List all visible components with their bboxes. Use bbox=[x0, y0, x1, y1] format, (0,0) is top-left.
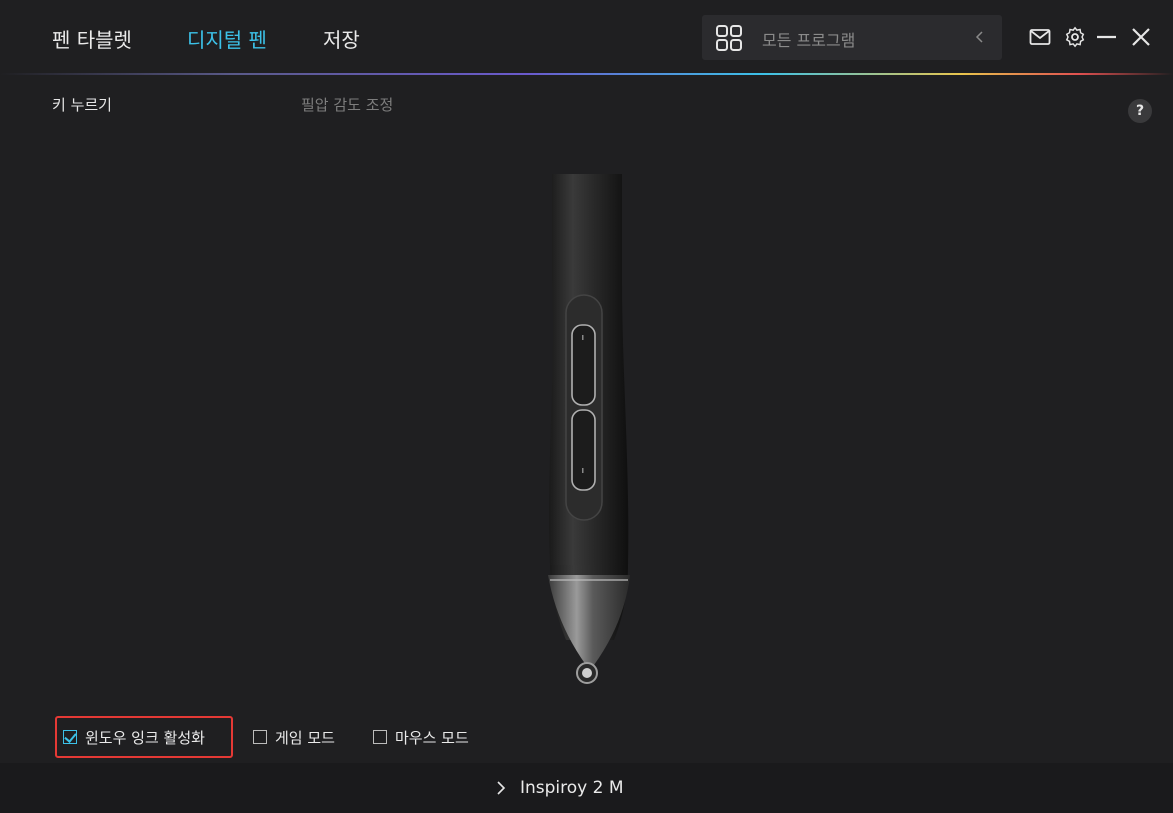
device-name: Inspiroy 2 M bbox=[520, 778, 624, 798]
program-label: 모든 프로그램 bbox=[762, 31, 856, 50]
subtab-pressure-sensitivity[interactable]: 필압 감도 조정 bbox=[301, 94, 393, 115]
mail-icon[interactable] bbox=[1029, 26, 1051, 48]
grid-icon bbox=[716, 25, 742, 51]
tab-save[interactable]: 저장 bbox=[323, 24, 360, 53]
checkbox-windows-ink[interactable] bbox=[63, 730, 77, 744]
tab-digital-pen[interactable]: 디지털 펜 bbox=[187, 24, 267, 53]
checkbox-game-mode[interactable] bbox=[253, 730, 267, 744]
option-label: 윈도우 잉크 활성화 bbox=[85, 729, 205, 747]
header-divider bbox=[0, 73, 1173, 75]
chevron-left-icon[interactable] bbox=[970, 27, 990, 47]
subtab-key-press[interactable]: 키 누르기 bbox=[52, 94, 112, 115]
close-icon[interactable] bbox=[1130, 26, 1152, 48]
help-button[interactable]: ? bbox=[1128, 99, 1152, 123]
device-bar[interactable]: Inspiroy 2 M bbox=[0, 763, 1173, 813]
minimize-icon[interactable] bbox=[1096, 26, 1118, 48]
checkbox-mouse-mode[interactable] bbox=[373, 730, 387, 744]
option-label: 마우스 모드 bbox=[395, 729, 469, 747]
top-bar: 펜 타블렛 디지털 펜 저장 모든 프로그램 bbox=[0, 0, 1173, 75]
tab-pen-tablet[interactable]: 펜 타블렛 bbox=[52, 24, 132, 53]
chevron-right-icon[interactable] bbox=[494, 779, 508, 797]
program-selector[interactable]: 모든 프로그램 bbox=[702, 15, 1002, 60]
option-label: 게임 모드 bbox=[275, 729, 335, 747]
pen-illustration bbox=[548, 174, 630, 684]
gear-icon[interactable] bbox=[1064, 26, 1086, 48]
